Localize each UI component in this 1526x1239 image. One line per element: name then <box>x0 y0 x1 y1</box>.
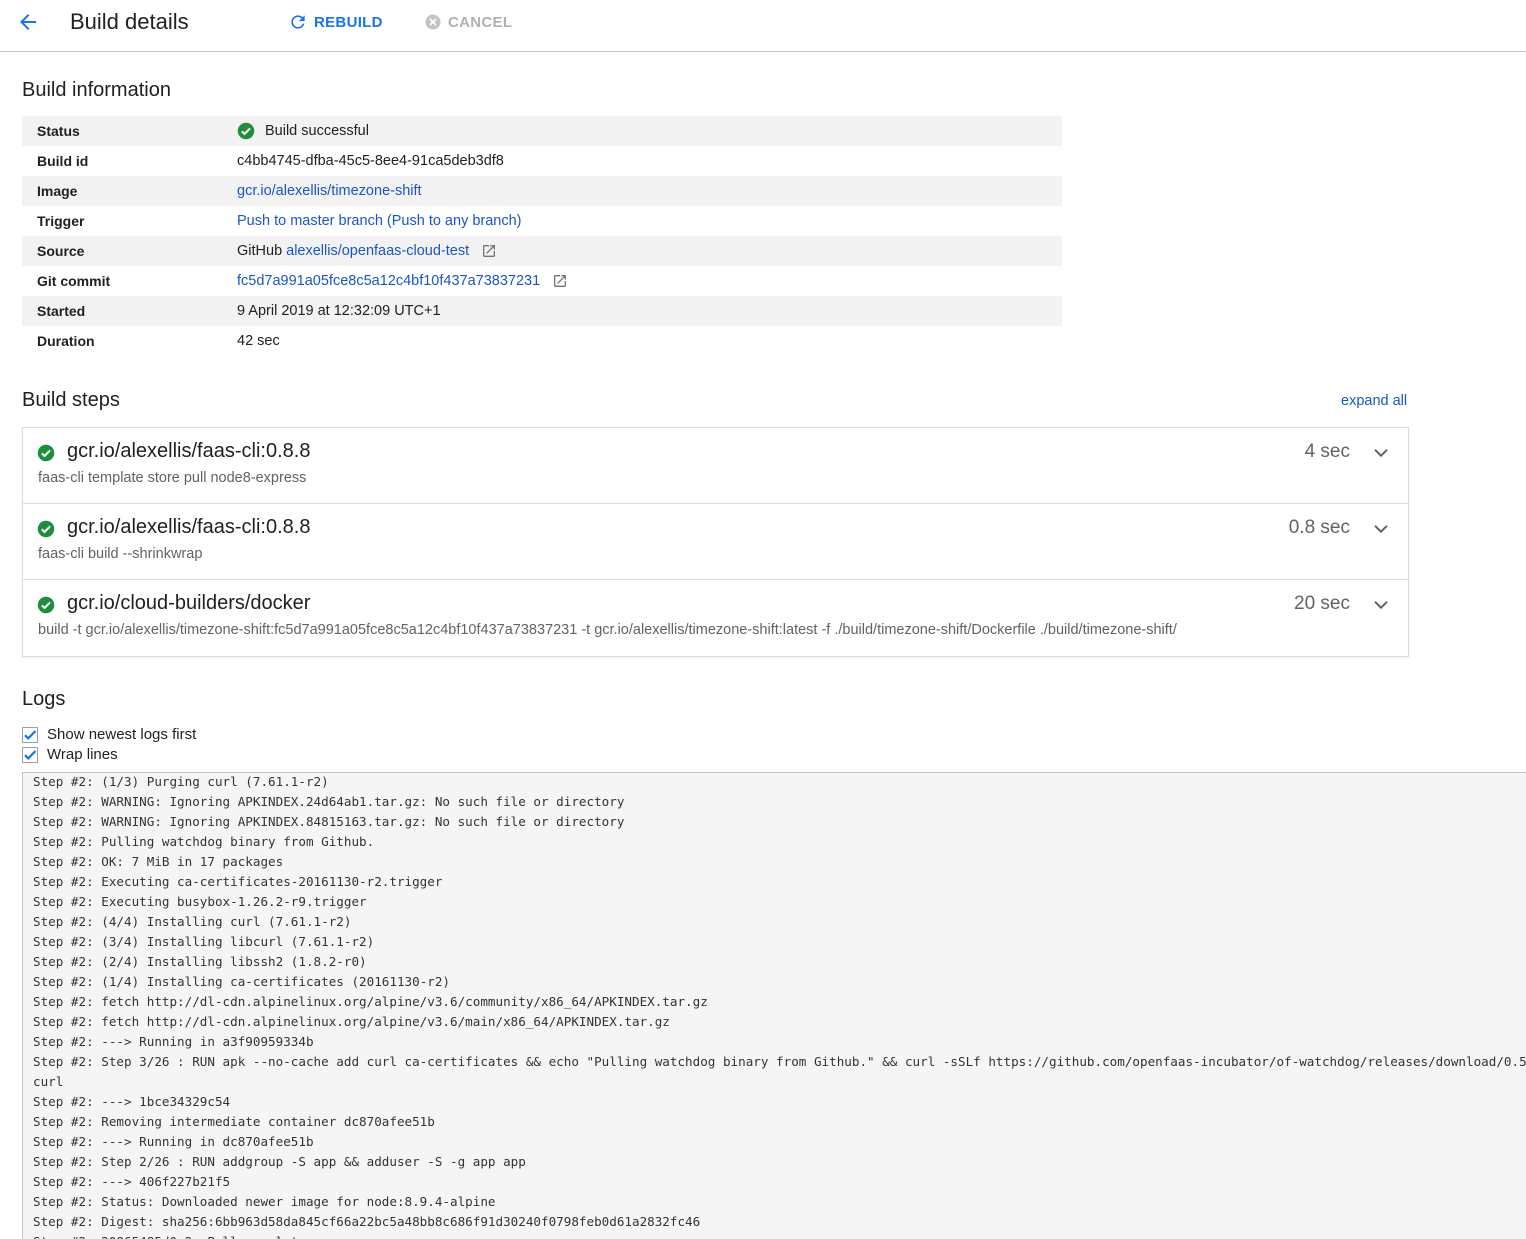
step-duration: 4 sec <box>1304 441 1350 462</box>
build-id-value: c4bb4745-dfba-45c5-8ee4-91ca5deb3df8 <box>237 153 504 169</box>
log-line: Step #2: Executing ca-certificates-20161… <box>33 874 443 889</box>
check-circle-icon <box>37 444 55 462</box>
checkbox-checked-icon[interactable] <box>22 726 38 743</box>
step-name: gcr.io/alexellis/faas-cli:0.8.8 <box>67 440 311 462</box>
info-key: Trigger <box>37 213 85 229</box>
trigger-link[interactable]: Push to master branch (Push to any branc… <box>237 213 522 229</box>
step-duration: 20 sec <box>1294 593 1350 614</box>
show-newest-label: Show newest logs first <box>47 726 197 743</box>
build-steps-title: Build steps <box>22 389 120 411</box>
log-line: Step #2: WARNING: Ignoring APKINDEX.8481… <box>33 814 625 829</box>
log-line: Step #2: 20865485d0c2: Pull complete <box>33 1233 1526 1239</box>
info-row-git-commit: Git commit fc5d7a991a05fce8c5a12c4bf10f4… <box>22 266 1062 296</box>
cancel-icon <box>425 14 441 30</box>
log-line: Step #2: ---> Running in a3f90959334b <box>33 1034 314 1049</box>
rebuild-label: REBUILD <box>314 13 383 31</box>
info-key: Git commit <box>37 273 111 289</box>
info-key: Image <box>37 183 78 199</box>
show-newest-checkbox-row[interactable]: Show newest logs first <box>22 726 196 743</box>
log-line: Step #2: Status: Downloaded newer image … <box>33 1194 496 1209</box>
log-viewer[interactable]: Step #2: (1/3) Purging curl (7.61.1-r2) S… <box>22 772 1526 1239</box>
log-line: Step #2: (1/4) Installing ca-certificate… <box>33 974 451 989</box>
log-line: Step #2: (1/3) Purging curl (7.61.1-r2) <box>33 774 329 789</box>
log-line: Step #2: fetch http://dl-cdn.alpinelinux… <box>33 994 708 1009</box>
rebuild-button[interactable]: REBUILD <box>288 11 383 33</box>
log-line: Step #2: Executing busybox-1.26.2-r9.tri… <box>33 894 367 909</box>
cancel-label: CANCEL <box>448 13 513 31</box>
refresh-icon <box>291 15 305 29</box>
back-button[interactable] <box>12 8 44 36</box>
info-key: Source <box>37 243 85 259</box>
log-line: Step #2: fetch http://dl-cdn.alpinelinux… <box>33 1014 670 1029</box>
wrap-lines-label: Wrap lines <box>47 746 118 763</box>
cancel-button[interactable]: CANCEL <box>424 11 512 33</box>
info-key: Build id <box>37 153 89 169</box>
chevron-down-icon[interactable] <box>1370 518 1392 540</box>
info-row-duration: Duration 42 sec <box>22 326 1062 356</box>
step-command: build -t gcr.io/alexellis/timezone-shift… <box>38 622 1177 638</box>
chevron-down-icon[interactable] <box>1370 594 1392 616</box>
check-circle-icon <box>37 520 55 538</box>
source-repo-link[interactable]: alexellis/openfaas-cloud-test <box>286 243 469 259</box>
build-steps-list: gcr.io/alexellis/faas-cli:0.8.8 faas-cli… <box>22 427 1409 657</box>
log-line: Step #2: (3/4) Installing libcurl (7.61.… <box>33 934 375 949</box>
chevron-down-icon[interactable] <box>1370 442 1392 464</box>
info-row-build-id: Build id c4bb4745-dfba-45c5-8ee4-91ca5de… <box>22 146 1062 176</box>
arrow-back-icon <box>20 14 36 30</box>
log-line: Step #2: OK: 7 MiB in 17 packages <box>33 854 284 869</box>
build-information-title: Build information <box>22 79 171 101</box>
step-command: faas-cli template store pull node8-expre… <box>38 470 307 486</box>
open-in-new-icon[interactable] <box>552 273 568 289</box>
top-bar: Build details REBUILD CANCEL <box>0 0 1526 52</box>
step-name: gcr.io/cloud-builders/docker <box>67 592 311 614</box>
log-line: curl <box>33 1074 64 1089</box>
build-step[interactable]: gcr.io/alexellis/faas-cli:0.8.8 faas-cli… <box>23 428 1408 504</box>
log-line: Step #2: ---> Running in dc870afee51b <box>33 1134 314 1149</box>
log-line: Step #2: Digest: sha256:6bb963d58da845cf… <box>33 1214 701 1229</box>
expand-all-link[interactable]: expand all <box>1341 393 1407 409</box>
checkbox-checked-icon[interactable] <box>22 746 38 763</box>
log-line: Step #2: Step 2/26 : RUN addgroup -S app… <box>33 1154 526 1169</box>
step-duration: 0.8 sec <box>1288 517 1350 538</box>
info-row-image: Image gcr.io/alexellis/timezone-shift <box>22 176 1062 206</box>
log-line: Step #2: ---> 406f227b21f5 <box>33 1174 231 1189</box>
info-row-status: Status Build successful <box>22 116 1062 146</box>
wrap-lines-checkbox-row[interactable]: Wrap lines <box>22 746 118 763</box>
log-line: Step #2: Pulling watchdog binary from Gi… <box>33 834 375 849</box>
log-line: Step #2: (4/4) Installing curl (7.61.1-r… <box>33 914 352 929</box>
info-row-started: Started 9 April 2019 at 12:32:09 UTC+1 <box>22 296 1062 326</box>
source-prefix: GitHub <box>237 243 283 259</box>
log-line: Step #2: ---> 1bce34329c54 <box>33 1094 231 1109</box>
info-key: Status <box>37 123 80 139</box>
info-key: Started <box>37 303 86 319</box>
info-row-source: Source GitHub alexellis/openfaas-cloud-t… <box>22 236 1062 266</box>
log-line: Step #2: WARNING: Ignoring APKINDEX.24d6… <box>33 794 625 809</box>
log-line: Step #2: Step 3/26 : RUN apk --no-cache … <box>33 1054 1526 1069</box>
step-command: faas-cli build --shrinkwrap <box>38 546 203 562</box>
build-step[interactable]: gcr.io/cloud-builders/docker build -t gc… <box>23 580 1408 656</box>
started-value: 9 April 2019 at 12:32:09 UTC+1 <box>237 303 441 319</box>
log-lines: Step #2: (1/3) Purging curl (7.61.1-r2) S… <box>23 773 1526 1239</box>
build-info-table: Status Build successful Build id c4bb474… <box>22 116 1062 356</box>
check-circle-icon <box>37 596 55 614</box>
open-in-new-icon[interactable] <box>481 243 497 259</box>
step-name: gcr.io/alexellis/faas-cli:0.8.8 <box>67 516 311 538</box>
logs-title: Logs <box>22 688 66 710</box>
build-step[interactable]: gcr.io/alexellis/faas-cli:0.8.8 faas-cli… <box>23 504 1408 580</box>
log-line: Step #2: Removing intermediate container… <box>33 1114 435 1129</box>
check-circle-icon <box>237 122 255 140</box>
page-title: Build details <box>70 9 189 34</box>
git-commit-link[interactable]: fc5d7a991a05fce8c5a12c4bf10f437a73837231 <box>237 273 540 289</box>
info-row-trigger: Trigger Push to master branch (Push to a… <box>22 206 1062 236</box>
info-key: Duration <box>37 333 95 349</box>
status-value: Build successful <box>265 123 369 139</box>
image-link[interactable]: gcr.io/alexellis/timezone-shift <box>237 183 422 199</box>
duration-value: 42 sec <box>237 333 280 349</box>
log-line: Step #2: (2/4) Installing libssh2 (1.8.2… <box>33 954 367 969</box>
